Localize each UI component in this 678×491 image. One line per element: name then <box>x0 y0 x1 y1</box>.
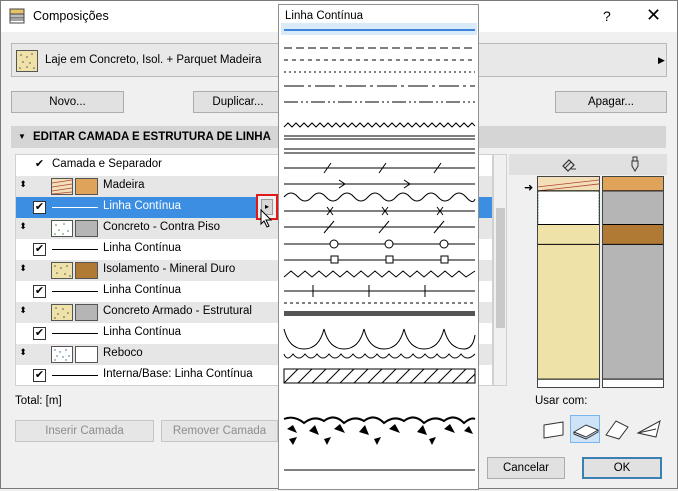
background-color-swatch[interactable] <box>75 178 98 195</box>
separator-checkbox[interactable]: ✔ <box>33 327 46 340</box>
layer-label: Madeira <box>103 179 145 191</box>
fill-icon <box>562 159 576 172</box>
sand-pattern-icon <box>52 305 72 320</box>
background-color-swatch[interactable] <box>75 346 98 363</box>
drag-handle-icon[interactable]: ⬍ <box>18 221 28 232</box>
separator-checkbox[interactable]: ✔ <box>33 369 46 382</box>
layer-label: Isolamento - Mineral Duro <box>103 263 236 275</box>
cancel-button[interactable]: Cancelar <box>487 457 565 479</box>
fill-pattern-swatch[interactable] <box>51 178 73 195</box>
ok-button[interactable]: OK <box>582 457 662 479</box>
composite-swatch <box>16 50 38 72</box>
line-sample <box>52 207 98 208</box>
line-type-list[interactable] <box>279 5 480 491</box>
total-label: Total: [m] <box>15 395 62 407</box>
fill-stack <box>537 176 600 388</box>
fill-pattern-swatch[interactable] <box>51 262 73 279</box>
fill-pattern-swatch[interactable] <box>51 346 73 363</box>
insert-layer-button[interactable]: Inserir Camada <box>15 420 154 442</box>
use-wall-button[interactable] <box>539 415 569 443</box>
line-type-small-scallop <box>283 353 476 359</box>
line-sample <box>52 333 98 334</box>
line-type-scallop <box>283 328 476 350</box>
fill-pattern-swatch[interactable] <box>51 220 73 237</box>
drag-handle-icon[interactable]: ⬍ <box>18 305 28 316</box>
wall-icon <box>543 421 564 439</box>
composites-icon <box>9 8 25 24</box>
drag-handle-icon[interactable]: ⬍ <box>18 347 28 358</box>
use-with-label: Usar com: <box>535 395 588 407</box>
sand-pattern-icon <box>52 263 72 278</box>
slab-icon <box>572 424 600 440</box>
plaster-pattern-icon <box>52 347 72 362</box>
new-button[interactable]: Novo... <box>11 91 124 113</box>
section-title: EDITAR CAMADA E ESTRUTURA DE LINHA <box>33 131 271 143</box>
line-type-thick-hatch <box>284 311 475 316</box>
duplicate-button[interactable]: Duplicar... <box>193 91 283 113</box>
line-type-sawtooth <box>283 270 476 278</box>
separator-label: Linha Contínua <box>103 326 182 338</box>
close-button[interactable]: ✕ <box>646 5 661 26</box>
composites-dialog: Composições ? ✕ Laje em Concreto, Isol. … <box>0 0 678 490</box>
preview-header <box>509 154 667 175</box>
line-type-wave <box>283 192 476 203</box>
separator-checkbox[interactable]: ✔ <box>33 285 46 298</box>
line-type-popup: Linha Contínua <box>278 4 479 490</box>
separator-checkbox[interactable]: ✔ <box>33 201 46 214</box>
line-type-gravel <box>283 416 476 445</box>
remove-layer-button[interactable]: Remover Camada <box>161 420 278 442</box>
layers-scrollbar[interactable] <box>493 154 507 386</box>
line-sample <box>52 291 98 292</box>
use-shell-button[interactable] <box>634 415 664 443</box>
layer-label: Concreto - Contra Piso <box>103 221 220 233</box>
drag-handle-icon[interactable]: ⬍ <box>18 263 28 274</box>
separator-checkbox[interactable]: ✔ <box>33 243 46 256</box>
triangle-down-icon[interactable]: ▼ <box>18 126 26 148</box>
drag-handle-icon[interactable]: ⬍ <box>18 179 28 190</box>
color-stack <box>602 176 664 388</box>
window-title: Composições <box>33 9 109 23</box>
help-button[interactable]: ? <box>603 8 611 24</box>
checkmark-icon: ✔ <box>34 158 45 170</box>
delete-button[interactable]: Apagar... <box>555 91 667 113</box>
roof-icon <box>605 420 629 440</box>
arrow-right-icon: ➜ <box>524 182 534 194</box>
layer-label: Concreto Armado - Estrutural <box>103 305 252 317</box>
background-color-swatch[interactable] <box>75 262 98 279</box>
pen-icon <box>631 156 639 172</box>
separator-label: Linha Contínua <box>103 200 182 212</box>
line-type-zigzag <box>283 122 476 128</box>
shell-icon <box>636 420 661 438</box>
line-sample <box>52 375 98 376</box>
layers-header-label: Camada e Separador <box>52 158 162 170</box>
cursor-icon <box>260 209 273 228</box>
use-roof-button[interactable] <box>602 415 632 443</box>
separator-label: Linha Contínua <box>103 242 182 254</box>
concrete-pattern-icon <box>52 221 72 236</box>
chevron-right-icon[interactable]: ▶ <box>658 55 665 66</box>
background-color-swatch[interactable] <box>75 304 98 321</box>
section-preview: ➜ <box>509 154 667 394</box>
fill-pattern-swatch[interactable] <box>51 304 73 321</box>
separator-label: Linha Contínua <box>103 284 182 296</box>
composite-name: Laje em Concreto, Isol. + Parquet Madeir… <box>45 54 262 66</box>
separator-label: Interna/Base: Linha Contínua <box>103 368 253 380</box>
use-slab-button[interactable] <box>570 415 600 443</box>
scrollbar-thumb[interactable] <box>496 208 505 328</box>
wood-hatch-icon <box>51 179 73 195</box>
layer-label: Reboco <box>103 347 143 359</box>
background-color-swatch[interactable] <box>75 220 98 237</box>
sand-pattern-icon <box>19 53 35 69</box>
line-sample <box>52 249 98 250</box>
